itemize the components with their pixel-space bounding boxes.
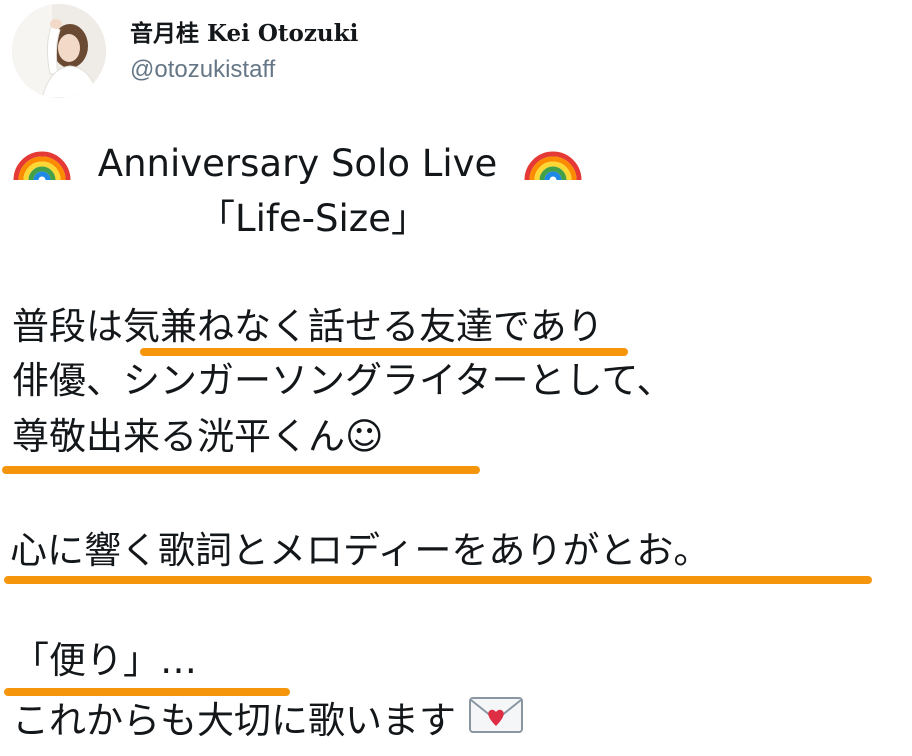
post-line-7: 「便り」…	[12, 639, 197, 682]
post-line-subtitle: 「Life-Size」	[198, 197, 428, 240]
profile-photo-icon	[12, 4, 106, 98]
post-line-8: これからも大切に歌います	[12, 694, 524, 751]
post-line-8-text: これからも大切に歌います	[12, 699, 456, 742]
post-line-4: 俳優、シンガーソングライターとして、	[12, 359, 674, 402]
post-line-5: 尊敬出来る洸平くん☺	[12, 415, 384, 458]
rainbow-icon	[523, 134, 583, 197]
highlight-underline	[2, 466, 480, 474]
love-letter-icon	[468, 694, 524, 751]
highlight-underline	[4, 576, 872, 584]
user-handle[interactable]: @otozukistaff	[130, 56, 275, 84]
display-name[interactable]: 音月桂 Kei Otozuki	[130, 14, 358, 48]
post-title-text: Anniversary Solo Live	[97, 142, 498, 185]
tweet: 音月桂 Kei Otozuki @otozukistaff Anniversar…	[0, 0, 912, 756]
post-line-3: 普段は気兼ねなく話せる友達であり	[12, 305, 604, 348]
rainbow-icon	[12, 134, 72, 197]
avatar[interactable]	[12, 4, 106, 98]
post-line-title: Anniversary Solo Live	[12, 134, 583, 197]
post-line-6: 心に響く歌詞とメロディーをありがとお。	[10, 529, 711, 572]
